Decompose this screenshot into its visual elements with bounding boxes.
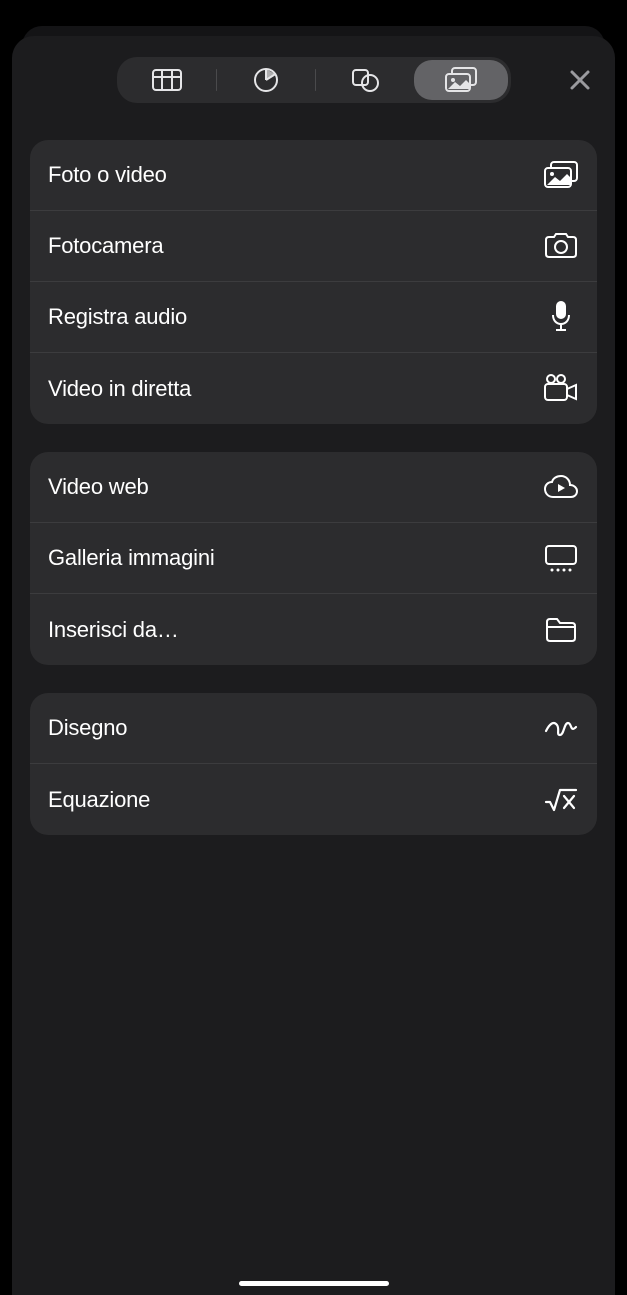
separator bbox=[315, 69, 316, 91]
sqrt-icon bbox=[543, 782, 579, 818]
separator bbox=[216, 69, 217, 91]
media-group-2: Video web Galleria immagini bbox=[30, 452, 597, 665]
row-camera[interactable]: Fotocamera bbox=[30, 211, 597, 282]
shape-icon bbox=[350, 67, 380, 93]
row-image-gallery[interactable]: Galleria immagini bbox=[30, 523, 597, 594]
media-icon bbox=[444, 67, 478, 93]
content: Foto o video Fotocamera bbox=[12, 110, 615, 835]
close-icon bbox=[569, 69, 591, 91]
insert-media-sheet: Foto o video Fotocamera bbox=[12, 36, 615, 1295]
row-drawing[interactable]: Disegno bbox=[30, 693, 597, 764]
media-group-3: Disegno Equazione bbox=[30, 693, 597, 835]
tab-charts[interactable] bbox=[219, 60, 313, 100]
close-button[interactable] bbox=[557, 57, 603, 103]
video-camera-icon bbox=[543, 371, 579, 407]
row-label: Equazione bbox=[48, 787, 150, 813]
row-label: Video in diretta bbox=[48, 376, 191, 402]
tab-tables[interactable] bbox=[120, 60, 214, 100]
row-label: Inserisci da… bbox=[48, 617, 179, 643]
gallery-icon bbox=[543, 540, 579, 576]
pie-chart-icon bbox=[253, 67, 279, 93]
row-web-video[interactable]: Video web bbox=[30, 452, 597, 523]
row-label: Foto o video bbox=[48, 162, 167, 188]
scribble-icon bbox=[543, 710, 579, 746]
row-insert-from[interactable]: Inserisci da… bbox=[30, 594, 597, 665]
tab-media[interactable] bbox=[414, 60, 508, 100]
row-label: Galleria immagini bbox=[48, 545, 215, 571]
row-record-audio[interactable]: Registra audio bbox=[30, 282, 597, 353]
camera-icon bbox=[543, 228, 579, 264]
row-label: Video web bbox=[48, 474, 149, 500]
photos-icon bbox=[543, 157, 579, 193]
row-label: Fotocamera bbox=[48, 233, 163, 259]
row-equation[interactable]: Equazione bbox=[30, 764, 597, 835]
media-group-1: Foto o video Fotocamera bbox=[30, 140, 597, 424]
row-live-video[interactable]: Video in diretta bbox=[30, 353, 597, 424]
microphone-icon bbox=[543, 299, 579, 335]
home-indicator[interactable] bbox=[239, 1281, 389, 1286]
insert-segmented-control bbox=[117, 57, 511, 103]
tab-shapes[interactable] bbox=[318, 60, 412, 100]
row-photo-video[interactable]: Foto o video bbox=[30, 140, 597, 211]
row-label: Disegno bbox=[48, 715, 127, 741]
folder-icon bbox=[543, 612, 579, 648]
topbar bbox=[12, 50, 615, 110]
table-icon bbox=[152, 69, 182, 91]
cloud-play-icon bbox=[543, 469, 579, 505]
row-label: Registra audio bbox=[48, 304, 187, 330]
